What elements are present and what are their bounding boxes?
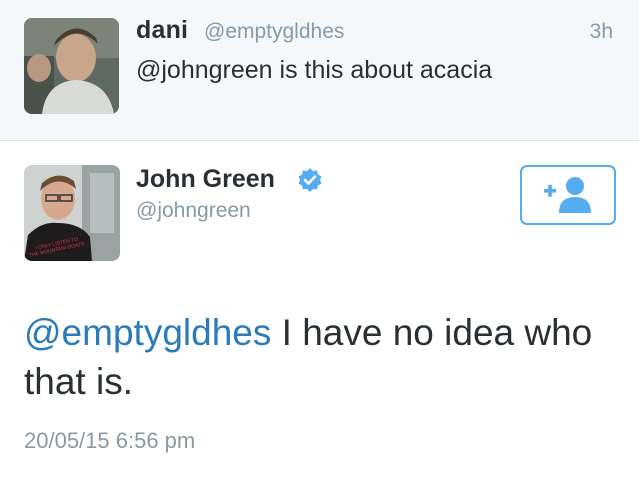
reply-author-name[interactable]: dani: [136, 16, 188, 45]
tweet-text: @emptygldhes I have no idea who that is.: [24, 308, 624, 406]
reply-avatar[interactable]: [24, 18, 119, 114]
tweet-timestamp[interactable]: 20/05/15 6:56 pm: [24, 428, 195, 454]
author-handle[interactable]: @johngreen: [136, 199, 251, 223]
author-name[interactable]: John Green: [136, 165, 275, 194]
avatar-image: I ONLY LISTEN TO THE MOUNTAIN GOATS: [24, 165, 120, 261]
reply-tweet-text: @johngreen is this about acacia: [136, 56, 493, 84]
add-user-icon: [544, 177, 591, 213]
mention-link[interactable]: @emptygldhes: [24, 312, 271, 353]
main-avatar[interactable]: I ONLY LISTEN TO THE MOUNTAIN GOATS: [24, 165, 120, 261]
reply-tweet[interactable]: dani @emptygldhes 3h @johngreen is this …: [0, 0, 639, 141]
reply-timestamp: 3h: [589, 20, 613, 43]
avatar-image: [24, 18, 119, 114]
verified-badge-icon: [298, 168, 322, 192]
reply-author-handle[interactable]: @emptygldhes: [204, 20, 344, 44]
follow-button[interactable]: [520, 165, 616, 225]
